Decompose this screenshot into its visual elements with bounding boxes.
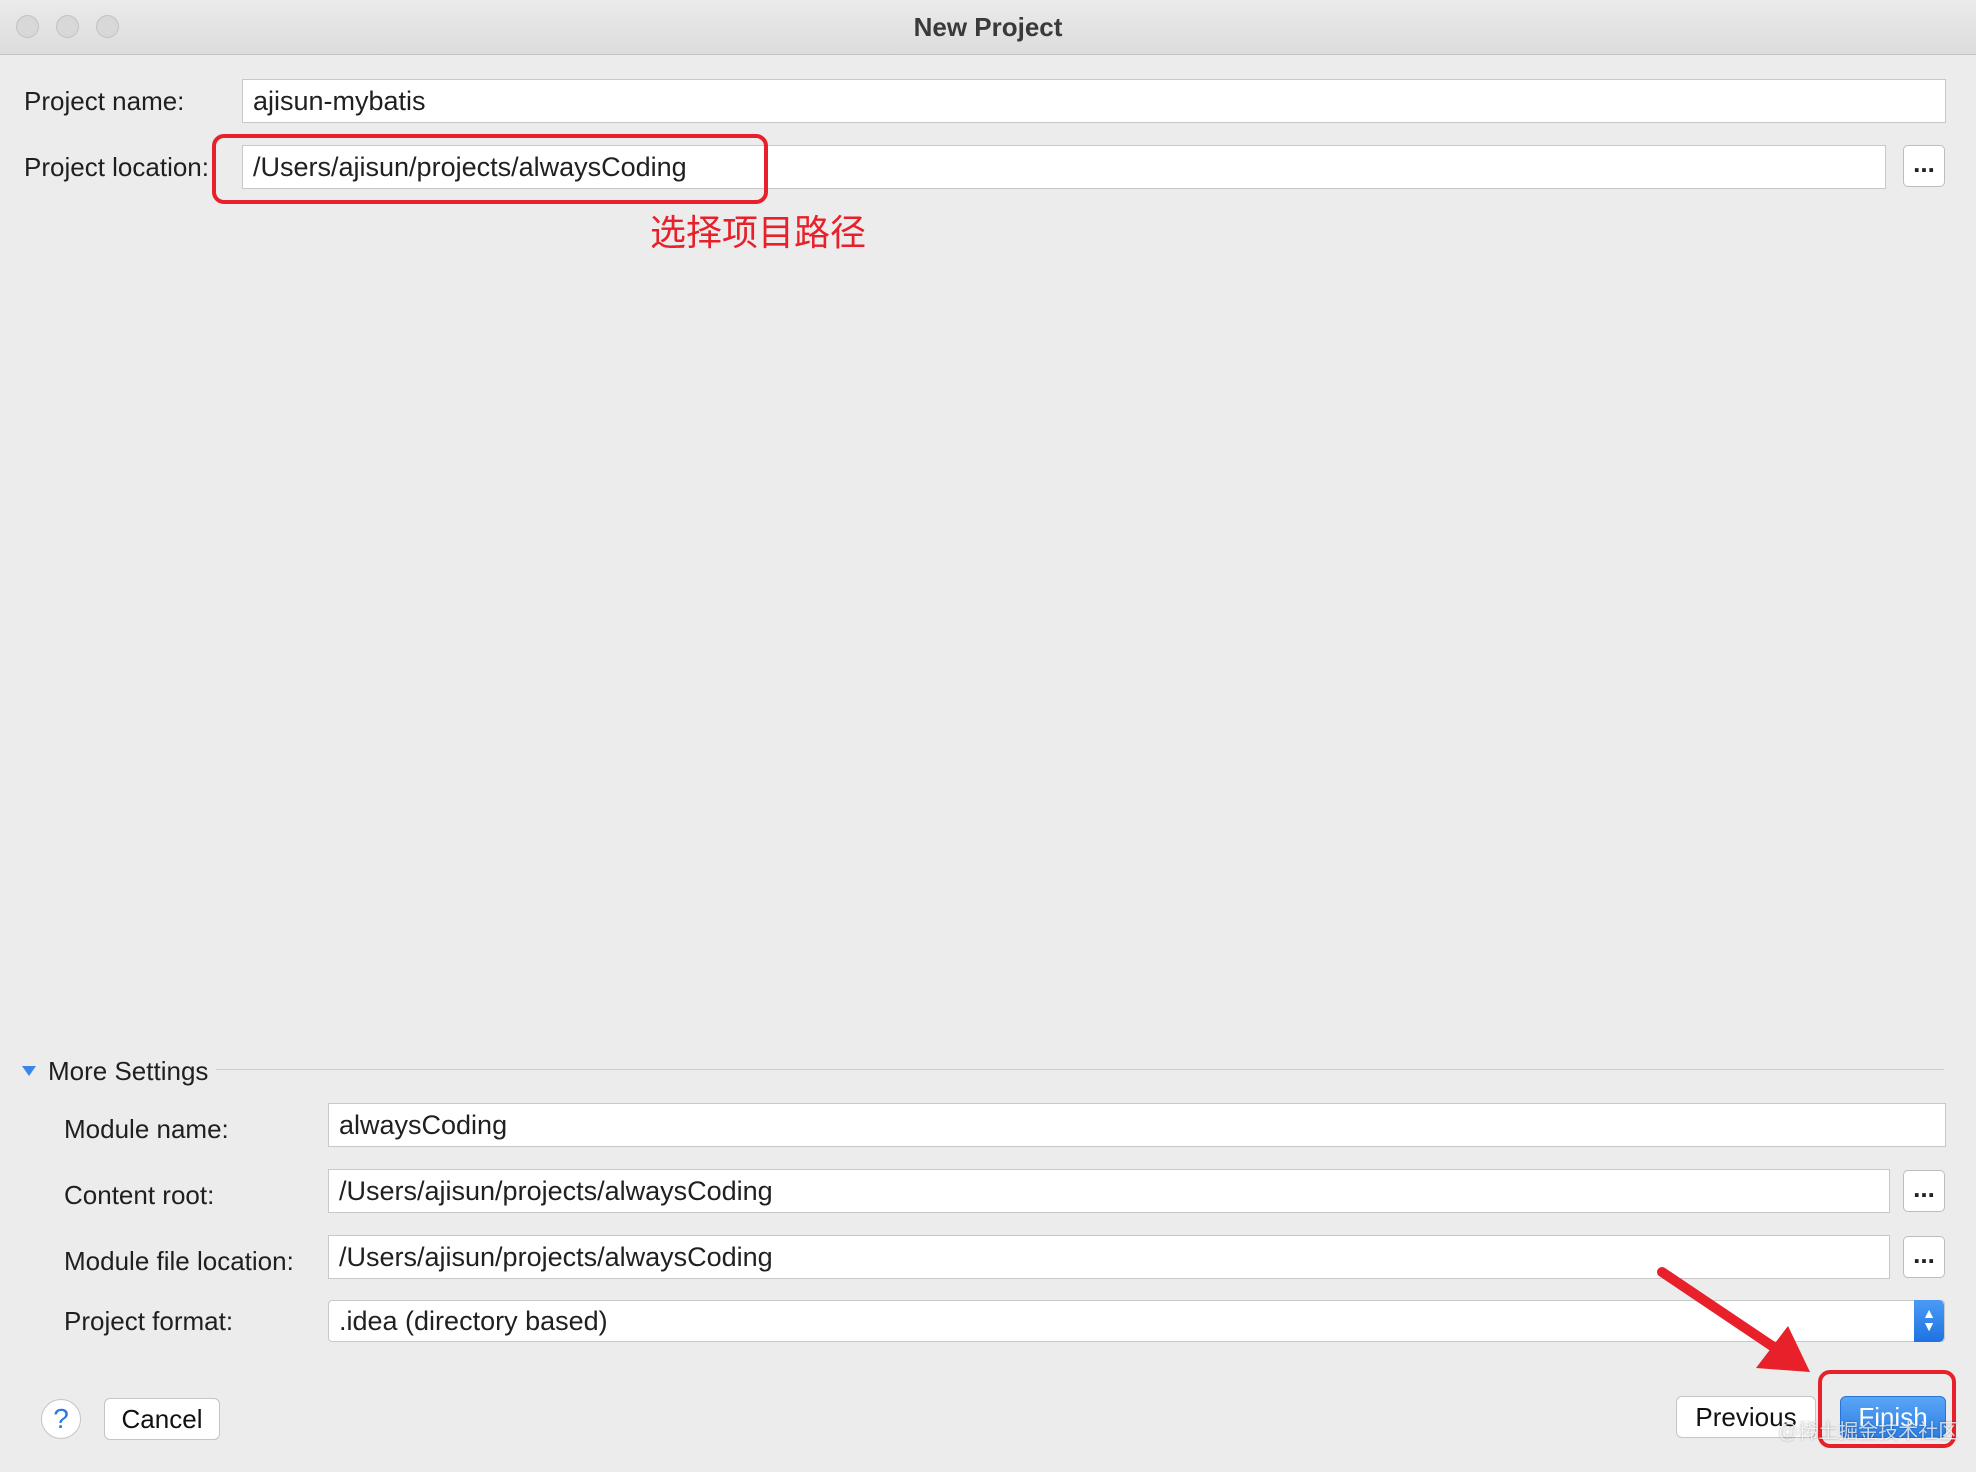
disclosure-triangle-icon xyxy=(22,1066,36,1076)
annotation-highlight-location xyxy=(212,134,768,204)
select-arrows-icon: ▲ ▼ xyxy=(1914,1300,1944,1342)
project-format-value: .idea (directory based) xyxy=(339,1306,608,1336)
title-bar: New Project xyxy=(0,0,1976,55)
annotation-location-note: 选择项目路径 xyxy=(650,212,867,253)
project-name-input[interactable]: ajisun-mybatis xyxy=(242,79,1946,123)
project-location-label: Project location: xyxy=(24,152,209,182)
module-name-input[interactable]: alwaysCoding xyxy=(328,1103,1946,1147)
content-root-browse-button[interactable]: ... xyxy=(1903,1170,1945,1212)
project-format-label: Project format: xyxy=(64,1306,234,1336)
watermark-text: @稀土掘金技术社区 xyxy=(1778,1421,1959,1443)
section-divider xyxy=(216,1069,1944,1070)
help-button[interactable]: ? xyxy=(41,1399,81,1439)
project-name-label: Project name: xyxy=(24,86,185,116)
annotation-arrow-icon xyxy=(1657,1267,1810,1372)
more-settings-label: More Settings xyxy=(48,1056,209,1086)
content-root-label: Content root: xyxy=(64,1180,215,1210)
module-file-location-label: Module file location: xyxy=(64,1246,294,1276)
content-root-input[interactable]: /Users/ajisun/projects/alwaysCoding xyxy=(328,1169,1890,1213)
cancel-button[interactable]: Cancel xyxy=(104,1398,220,1440)
project-location-browse-button[interactable]: ... xyxy=(1903,145,1945,187)
module-file-location-browse-button[interactable]: ... xyxy=(1903,1236,1945,1278)
module-name-label: Module name: xyxy=(64,1114,229,1144)
window-title: New Project xyxy=(913,12,1063,42)
